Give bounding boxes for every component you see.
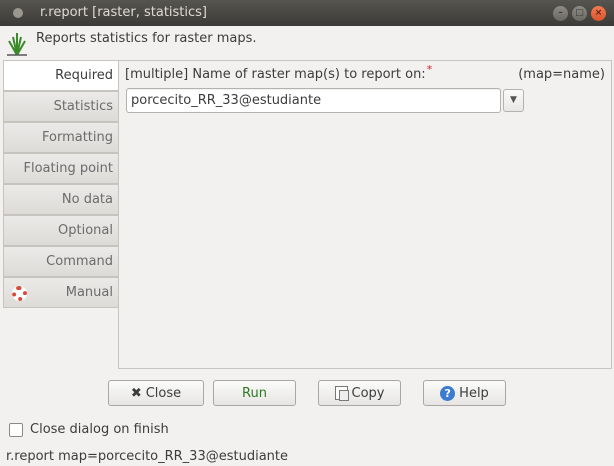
copy-icon	[334, 386, 349, 401]
close-on-finish-checkbox[interactable]	[9, 423, 23, 437]
tab-floating-point[interactable]: Floating point	[3, 153, 119, 184]
help-button[interactable]: ? Help	[423, 380, 506, 406]
close-button-label: Close	[145, 385, 182, 401]
tab-statistics[interactable]: Statistics	[3, 91, 119, 122]
window-menu-icon[interactable]	[13, 8, 23, 18]
dialog-header: Reports statistics for raster maps.	[0, 26, 614, 60]
lifebuoy-icon	[12, 286, 27, 301]
copy-button-label: Copy	[351, 385, 385, 401]
command-preview: r.report map=porcecito_RR_33@estudiante	[6, 449, 288, 464]
raster-map-input[interactable]: porcecito_RR_33@estudiante	[126, 88, 501, 113]
map-field-label-text: [multiple] Name of raster map(s) to repo…	[125, 67, 426, 82]
chevron-down-icon: ▼	[510, 95, 517, 105]
title-bar: r.report [raster, statistics] – □ ×	[0, 0, 614, 26]
tab-command-output[interactable]: Command output	[3, 246, 119, 298]
close-on-finish-label[interactable]: Close dialog on finish	[30, 422, 169, 437]
map-field-label: [multiple] Name of raster map(s) to repo…	[125, 63, 432, 82]
help-icon: ?	[440, 385, 456, 401]
minimize-button[interactable]: –	[553, 6, 568, 21]
tab-formatting[interactable]: Formatting	[3, 122, 119, 153]
required-marker: *	[426, 63, 433, 76]
close-window-button[interactable]: ×	[591, 6, 606, 21]
tab-list: Required Statistics Formatting Floating …	[3, 60, 119, 308]
maximize-button[interactable]: □	[572, 6, 587, 21]
map-dropdown-button[interactable]: ▼	[503, 89, 524, 112]
tab-manual-label: Manual	[65, 285, 113, 300]
required-panel: [multiple] Name of raster map(s) to repo…	[118, 60, 612, 369]
run-button-label: Run	[242, 385, 267, 401]
window-title: r.report [raster, statistics]	[40, 5, 208, 20]
tab-manual[interactable]: Manual	[3, 277, 119, 308]
run-button[interactable]: Run	[213, 380, 296, 406]
close-icon: ✖	[130, 385, 142, 401]
tab-required[interactable]: Required	[3, 60, 119, 91]
help-button-label: Help	[459, 385, 489, 401]
map-key-hint: (map=name)	[518, 67, 605, 82]
module-description: Reports statistics for raster maps.	[36, 31, 257, 46]
copy-button[interactable]: Copy	[318, 380, 401, 406]
grass-logo-icon	[7, 33, 27, 56]
close-button[interactable]: ✖ Close	[108, 380, 204, 406]
tab-no-data[interactable]: No data	[3, 184, 119, 215]
tab-optional[interactable]: Optional	[3, 215, 119, 246]
